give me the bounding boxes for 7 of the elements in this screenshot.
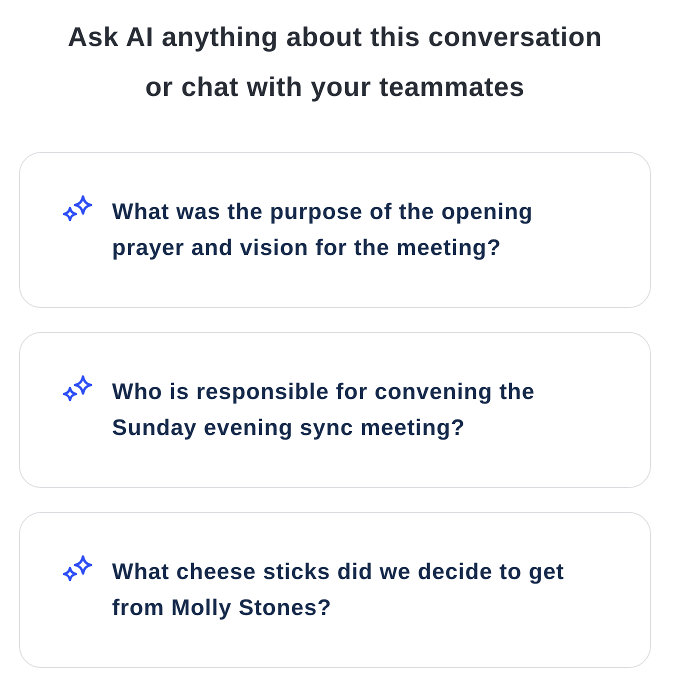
sparkle-icon (62, 195, 92, 223)
suggestion-card[interactable]: Who is responsible for convening the Sunday evening sync meeting? (19, 332, 651, 488)
suggestion-card[interactable]: What cheese sticks did we decide to get from Molly Stones? (19, 512, 651, 668)
heading-text: Ask AI anything about this conversation or chat with your teammates (68, 21, 602, 104)
suggestion-card[interactable]: What was the purpose of the opening prayer and vision for the meeting? (19, 152, 651, 308)
sparkle-icon (62, 375, 92, 403)
sparkle-icon (62, 555, 92, 583)
